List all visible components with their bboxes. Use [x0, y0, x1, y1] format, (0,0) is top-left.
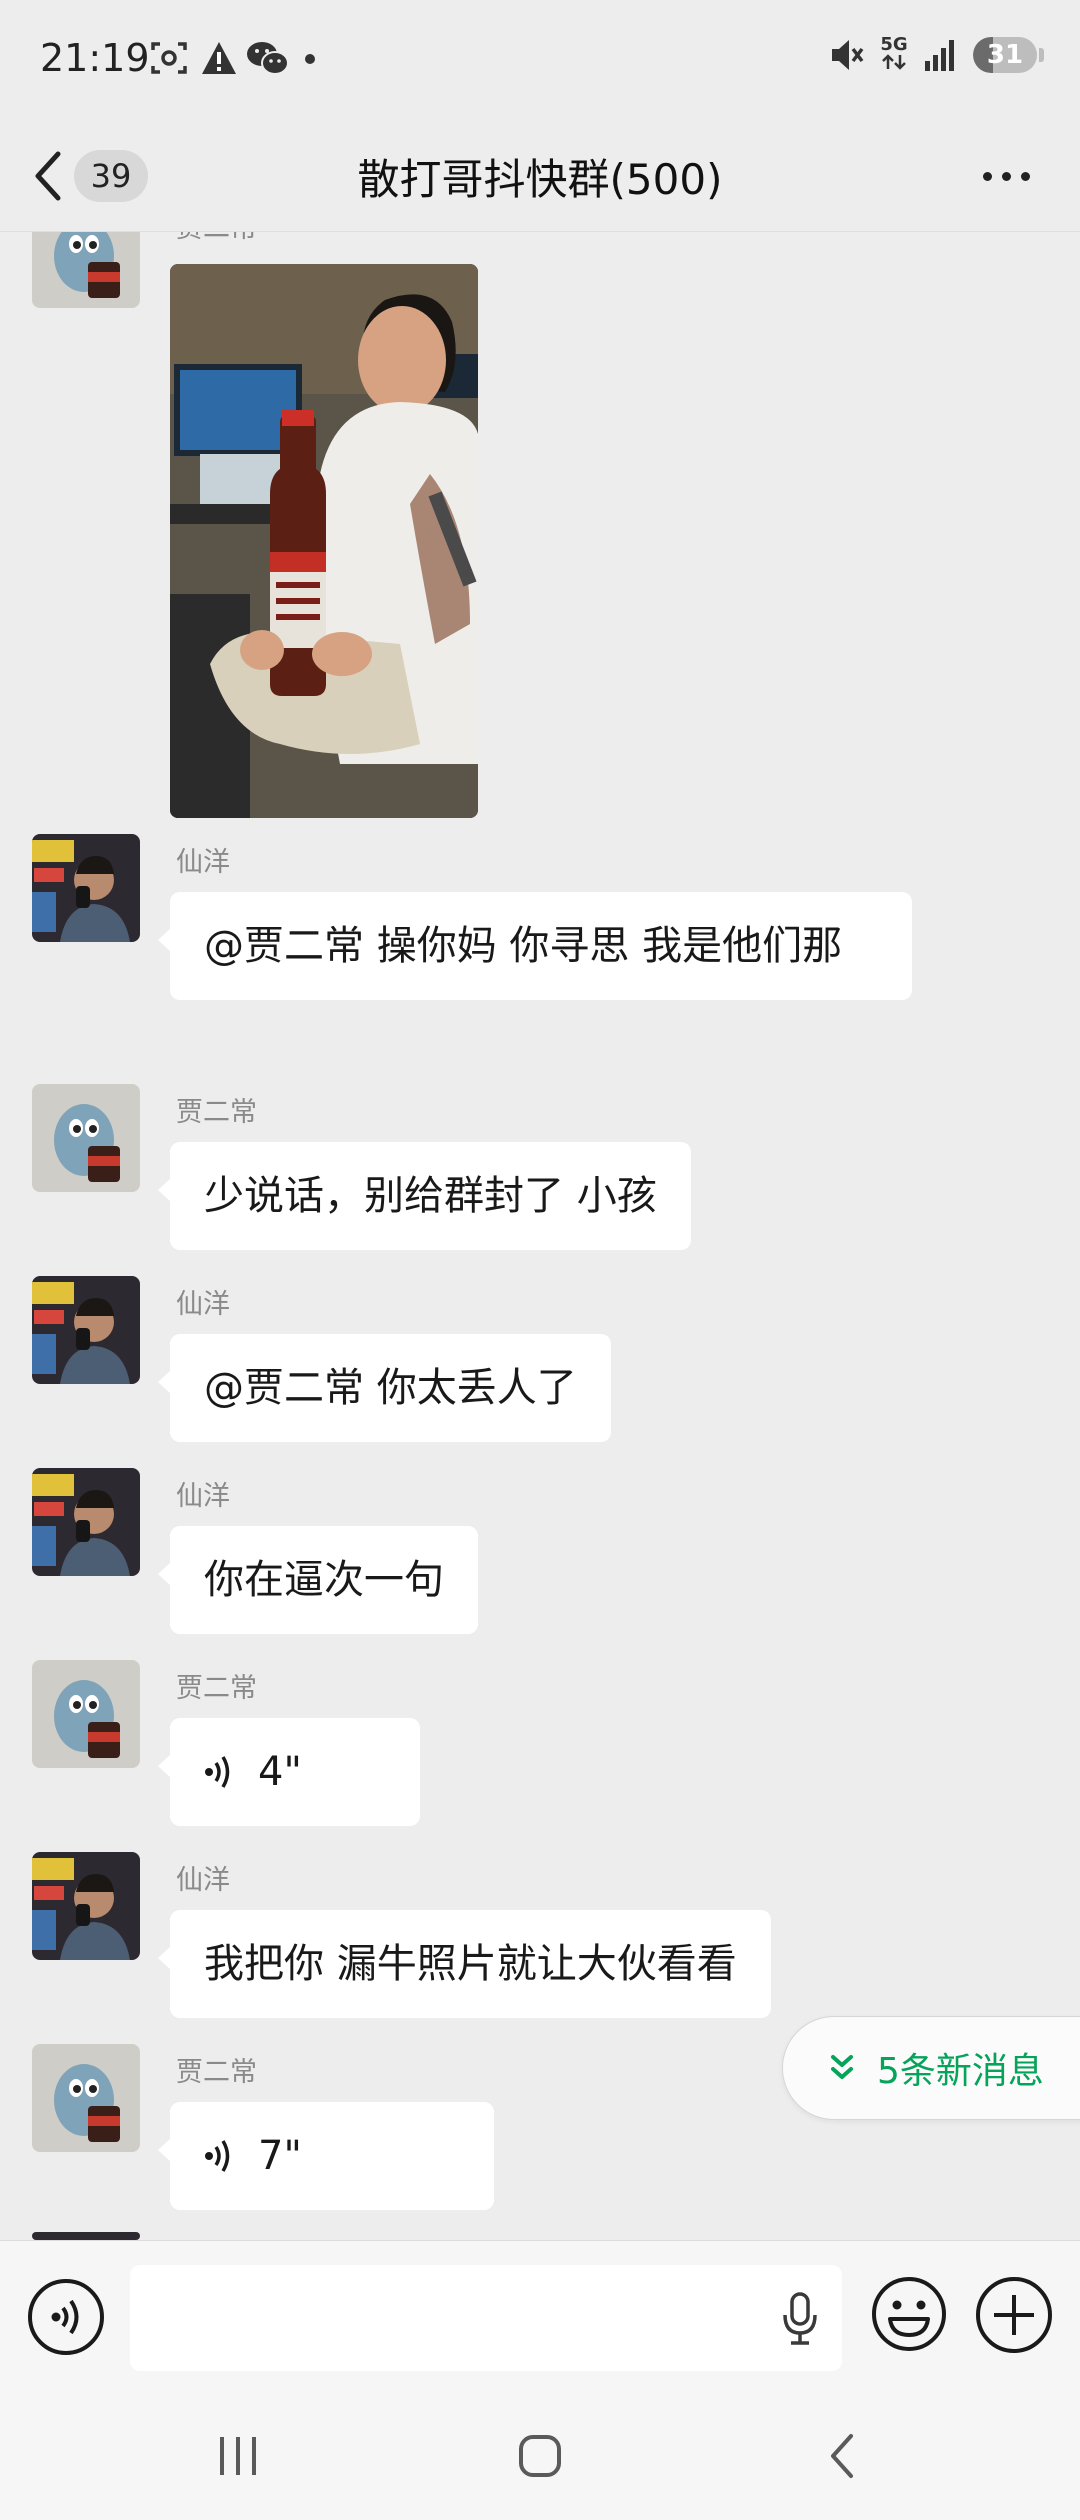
text-message-bubble[interactable]: @贾二常 操你妈 你寻思 我是他们那: [158, 892, 912, 1000]
system-navigation-bar: [0, 2390, 1080, 2520]
more-icon: [982, 171, 992, 181]
sender-name: 贾二常: [176, 1097, 257, 1128]
nav-back-icon: [831, 2434, 853, 2478]
message-text: @贾二常 你太丢人了: [204, 1365, 577, 1411]
avatar: [32, 2232, 140, 2240]
text-message-bubble[interactable]: 少说话，别给群封了 小孩: [158, 1142, 691, 1250]
nav-back-button[interactable]: [782, 2426, 902, 2486]
signal-icon: [925, 40, 954, 71]
voice-wave-icon: [205, 1756, 230, 1788]
voice-wave-icon: [205, 2140, 230, 2172]
new-messages-label: 5条新消息: [877, 2051, 1044, 2092]
voice-duration: 7": [258, 2133, 302, 2179]
sender-name: 仙洋: [176, 1865, 230, 1896]
image-message[interactable]: [170, 264, 478, 818]
status-bar: 21:19 5G 31: [0, 0, 1080, 120]
back-button[interactable]: 39: [30, 138, 170, 214]
message-text: 你在逼次一句: [204, 1557, 444, 1603]
plus-icon[interactable]: [976, 2277, 1052, 2353]
avatar[interactable]: [32, 1084, 140, 1192]
microphone-icon[interactable]: [780, 2291, 820, 2347]
data-arrows-icon: [882, 54, 906, 70]
text-message-bubble[interactable]: 我把你 漏牛照片就让大伙看看: [158, 1910, 771, 2018]
new-messages-button[interactable]: 5条新消息: [782, 2016, 1080, 2120]
wechat-group-chat: 21:19 5G 31 39 散打哥抖快群(500) 仙洋 @贾二常 操你妈 你…: [0, 0, 1080, 2520]
voice-icon: [51, 2299, 79, 2335]
voice-message-bubble[interactable]: 7": [158, 2102, 494, 2210]
double-chevron-down-icon: [831, 2055, 853, 2079]
home-button[interactable]: [480, 2426, 600, 2486]
sender-name: 仙洋: [176, 1289, 230, 1320]
message-list[interactable]: 贾二常: [0, 232, 1080, 2240]
message-text: @贾二常 操你妈 你寻思 我是他们那: [204, 923, 843, 969]
status-indicators: 5G 31: [829, 36, 1044, 74]
sender-name: 贾二常: [176, 232, 257, 245]
text-message-bubble[interactable]: @贾二常 你太丢人了: [158, 1334, 611, 1442]
mute-icon: [832, 40, 864, 70]
status-time: 21:19: [40, 36, 150, 80]
photo-man-with-beer-bottle: [170, 264, 478, 818]
sender-name: 贾二常: [176, 2057, 257, 2088]
notification-dot: [305, 54, 315, 64]
back-arrow-icon: [35, 151, 61, 201]
voice-message-bubble[interactable]: 4": [158, 1718, 420, 1826]
avatar[interactable]: [32, 1852, 140, 1960]
unread-count-badge: 39: [74, 150, 148, 202]
voice-duration: 4": [258, 1749, 302, 1795]
avatar[interactable]: [32, 1660, 140, 1768]
message-input[interactable]: [130, 2265, 842, 2371]
sender-name: 仙洋: [176, 847, 230, 878]
sender-name: 贾二常: [176, 1673, 257, 1704]
emoji-icon[interactable]: [870, 2275, 948, 2353]
screen-capture-icon: [151, 42, 187, 74]
message-text: 少说话，别给群封了 小孩: [204, 1173, 657, 1219]
message-text: 我把你 漏牛照片就让大伙看看: [204, 1941, 737, 1987]
battery-percent: 31: [986, 40, 1024, 70]
recent-apps-button[interactable]: [178, 2426, 298, 2486]
battery-icon: 31: [973, 37, 1044, 73]
network-indicator: 5G: [879, 36, 909, 74]
avatar[interactable]: [32, 232, 140, 308]
input-bar: [0, 2240, 1080, 2390]
chat-header: 39 散打哥抖快群(500): [0, 120, 1080, 232]
wechat-icon: [247, 42, 289, 75]
voice-mode-button[interactable]: [28, 2279, 104, 2355]
network-type: 5G: [880, 34, 908, 55]
avatar[interactable]: [32, 1276, 140, 1384]
warning-icon: [202, 42, 236, 74]
recent-apps-icon: [220, 2437, 256, 2475]
more-button[interactable]: [968, 150, 1044, 202]
avatar[interactable]: [32, 834, 140, 942]
avatar[interactable]: [32, 1468, 140, 1576]
text-message-bubble[interactable]: 你在逼次一句: [158, 1526, 478, 1634]
home-icon: [519, 2435, 561, 2477]
sender-name: 仙洋: [176, 1481, 230, 1512]
avatar[interactable]: [32, 2044, 140, 2152]
